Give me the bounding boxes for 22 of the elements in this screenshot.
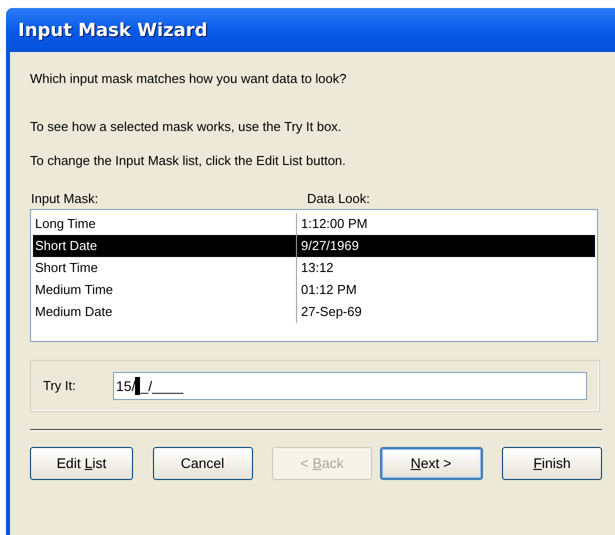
try-it-field[interactable]: 15/ _/____: [113, 372, 587, 400]
wizard-button[interactable]: Cancel: [152, 447, 252, 480]
try-it-label: Try It:: [43, 377, 77, 396]
field-value: _/____: [140, 376, 184, 396]
input-mask-list[interactable]: Long Time 1:12:00 PM Short Date 9/27/1969 Short Time 13:12 Medium Time 01:12 PM Medium Date 27-Sep-69: [30, 209, 598, 342]
wizard-button[interactable]: Next >: [380, 447, 482, 480]
wizard-button[interactable]: Edit List: [30, 447, 133, 480]
list-row[interactable]: Short Date 9/27/1969: [33, 235, 595, 257]
field-value: 15/: [116, 376, 136, 396]
list-cell-text: 9/27/1969: [300, 237, 360, 256]
column-header: Input Mask:: [30, 190, 100, 207]
wizard-button[interactable]: Finish: [502, 447, 602, 480]
column-header: Data Look:: [307, 190, 370, 207]
list-cell-text: 27-Sep-69: [300, 303, 363, 322]
instruction-text: To change the Input Mask list, click the Edit List button.: [30, 152, 347, 170]
question-text: Which input mask matches how you want data to look?: [30, 70, 348, 88]
list-cell-text: 01:12 PM: [300, 281, 358, 300]
list-cell-text: 1:12:00 PM: [300, 215, 368, 234]
list-cell-text: 13:12: [300, 259, 335, 278]
list-cell: Medium Date: [33, 301, 297, 323]
window-title: Input Mask Wizard: [18, 18, 208, 42]
instruction-text: To see how a selected mask works, use the Try It box.: [30, 118, 342, 136]
